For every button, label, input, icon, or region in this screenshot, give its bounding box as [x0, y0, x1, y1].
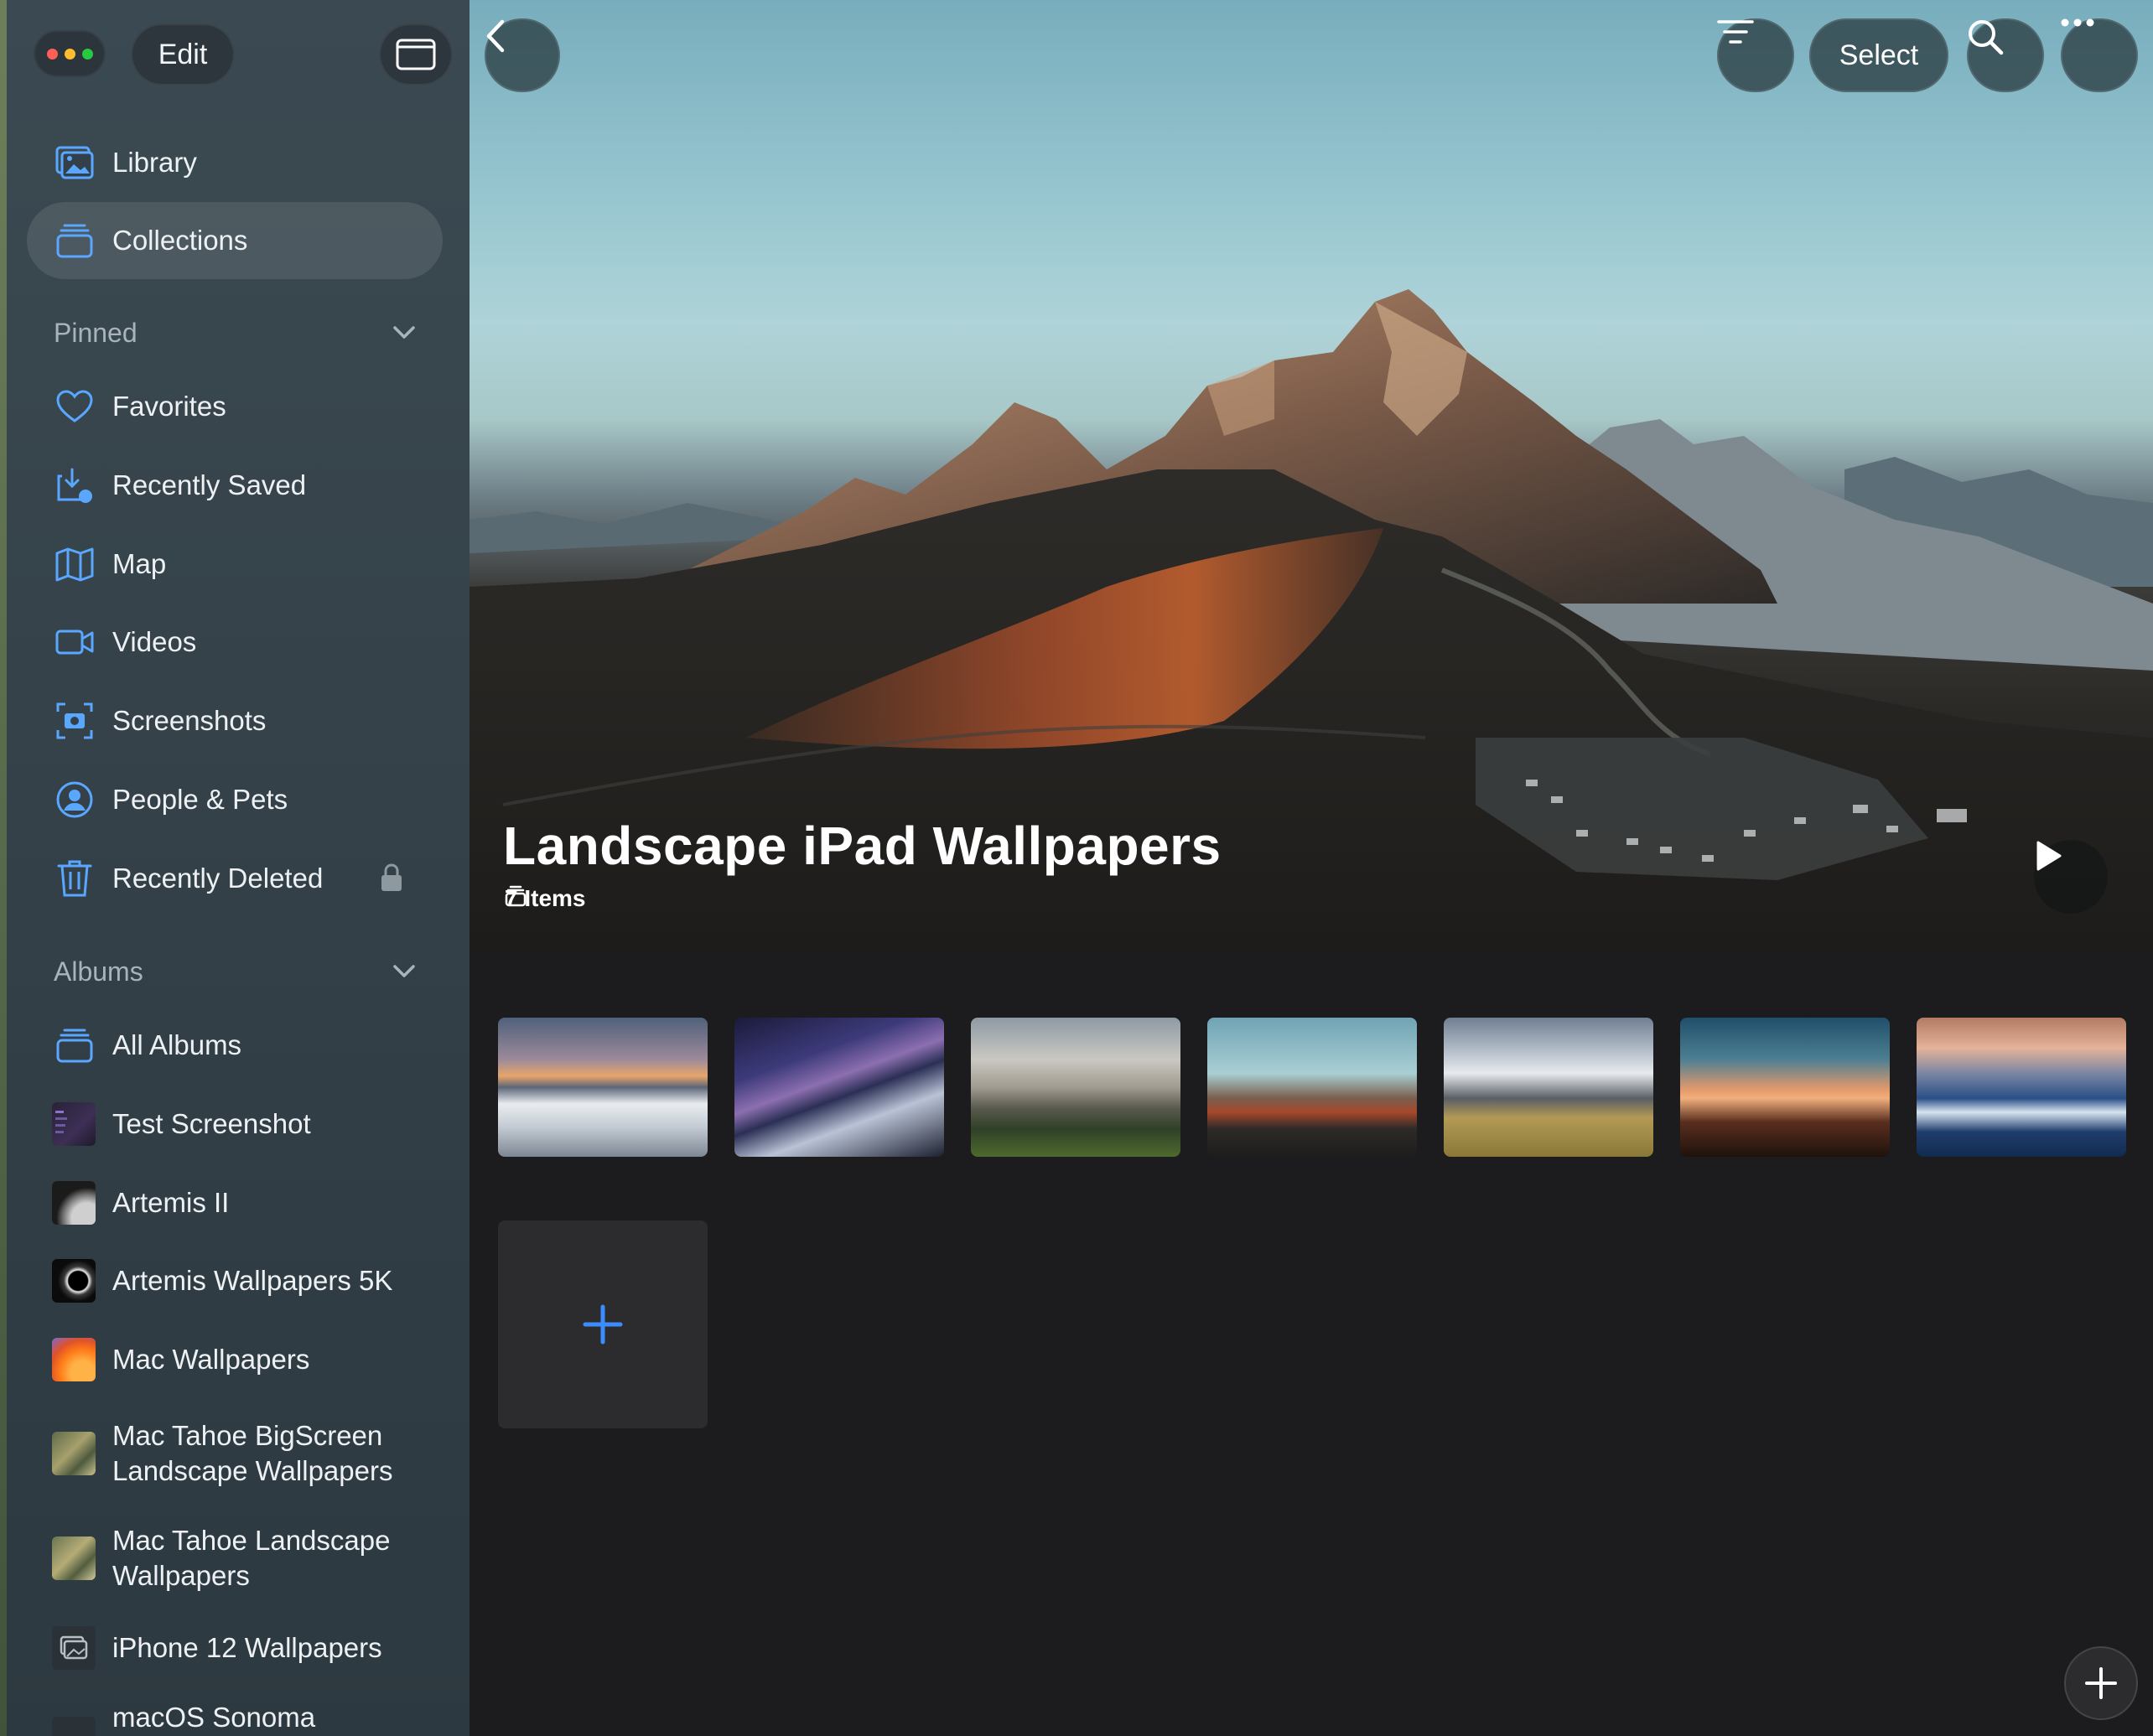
photo-library-icon — [55, 143, 94, 182]
photo-stack-icon — [52, 1717, 96, 1736]
map-icon — [55, 545, 94, 583]
sidebar-item-mac-wallpapers[interactable]: Mac Wallpapers — [27, 1321, 443, 1398]
photo-thumbnail[interactable] — [1207, 1018, 1417, 1157]
recently-saved-icon — [55, 466, 94, 505]
photo-stack-icon — [52, 1626, 96, 1670]
more-button[interactable] — [2061, 18, 2138, 92]
sidebar-item-favorites[interactable]: Favorites — [27, 368, 443, 445]
photo-thumbnail[interactable] — [734, 1018, 944, 1157]
window-controls[interactable] — [34, 30, 106, 77]
sidebar-item-label: Screenshots — [112, 705, 267, 736]
section-title: Albums — [54, 956, 143, 987]
chevron-down-icon — [393, 326, 415, 339]
sidebar-toggle-icon — [396, 39, 436, 70]
sidebar-item-all-albums[interactable]: All Albums — [27, 1007, 443, 1084]
sidebar-item-collections[interactable]: Collections — [27, 202, 443, 279]
play-slideshow-button[interactable] — [2034, 840, 2108, 914]
chevron-left-icon — [486, 19, 505, 53]
photo-thumbnail[interactable] — [1680, 1018, 1890, 1157]
photo-thumbnail[interactable] — [1917, 1018, 2126, 1157]
mac-wallpaper-thumb — [52, 1338, 96, 1381]
sidebar-item-label: People & Pets — [112, 784, 288, 815]
screenshot-icon — [55, 702, 94, 740]
photos-app-window: Edit Library Collections Pinned Favorite… — [0, 0, 2153, 1736]
ellipsis-icon — [2061, 18, 2094, 27]
artemis-thumb — [52, 1181, 96, 1225]
sidebar-item-mac-tahoe-landscape[interactable]: Mac Tahoe Landscape Wallpapers — [27, 1518, 443, 1599]
eclipse-thumb — [52, 1259, 96, 1303]
sidebar-item-screenshots[interactable]: Screenshots — [27, 682, 443, 759]
sidebar: Edit Library Collections Pinned Favorite… — [0, 0, 470, 1736]
add-photos-tile[interactable] — [498, 1220, 708, 1428]
sidebar-item-label: Videos — [112, 626, 197, 657]
sidebar-item-videos[interactable]: Videos — [27, 604, 443, 681]
tahoe-thumb — [52, 1432, 96, 1475]
sidebar-item-label: Mac Tahoe BigScreen Landscape Wallpapers — [112, 1420, 393, 1486]
zoom-dot[interactable] — [81, 48, 93, 60]
sidebar-item-label: All Albums — [112, 1029, 242, 1060]
sidebar-item-artemis-ii[interactable]: Artemis II — [27, 1164, 443, 1241]
sidebar-item-mac-tahoe-bigscreen[interactable]: Mac Tahoe BigScreen Landscape Wallpapers — [27, 1413, 443, 1494]
sidebar-item-library[interactable]: Library — [27, 124, 443, 201]
back-button[interactable] — [485, 18, 560, 92]
sidebar-item-recently-saved[interactable]: Recently Saved — [27, 447, 443, 524]
tahoe-thumb — [52, 1536, 96, 1580]
sidebar-item-label: macOS Sonoma — [112, 1702, 316, 1733]
sidebar-item-iphone-12-wallpapers[interactable]: iPhone 12 Wallpapers — [27, 1609, 443, 1687]
album-title: Landscape iPad Wallpapers — [503, 816, 1222, 876]
photo-thumbnail[interactable] — [1444, 1018, 1653, 1157]
sidebar-item-recently-deleted[interactable]: Recently Deleted — [27, 840, 443, 917]
minimize-dot[interactable] — [64, 48, 75, 60]
sidebar-item-label: Favorites — [112, 391, 226, 422]
albums-icon — [55, 1026, 94, 1065]
collections-icon — [55, 221, 94, 260]
sidebar-item-map[interactable]: Map — [27, 526, 443, 603]
section-title: Pinned — [54, 317, 137, 348]
sidebar-item-label: Recently Deleted — [112, 863, 324, 894]
sidebar-item-label: Map — [112, 548, 167, 579]
edit-button[interactable]: Edit — [131, 23, 235, 86]
new-item-button[interactable] — [2064, 1646, 2138, 1720]
filter-icon — [1717, 20, 1754, 44]
sidebar-item-label: iPhone 12 Wallpapers — [112, 1632, 382, 1663]
sidebar-item-label: Collections — [112, 225, 248, 256]
select-label: Select — [1839, 39, 1919, 71]
sidebar-item-label: Recently Saved — [112, 469, 307, 500]
album-detail: Select Landscape iPad Wallpapers 7 Items — [470, 0, 2153, 1736]
close-dot[interactable] — [46, 48, 58, 60]
pinned-section-header[interactable]: Pinned — [54, 312, 416, 354]
lock-icon — [381, 863, 402, 896]
video-icon — [55, 623, 94, 661]
sidebar-item-macos-sonoma[interactable]: macOS Sonoma — [27, 1683, 443, 1736]
sidebar-item-label: Mac Wallpapers — [112, 1344, 310, 1375]
album-key-photo[interactable]: Select Landscape iPad Wallpapers 7 Items — [470, 0, 2153, 952]
sidebar-item-artemis-wallpapers-5k[interactable]: Artemis Wallpapers 5K — [27, 1242, 443, 1319]
sidebar-item-test-screenshot[interactable]: Test Screenshot — [27, 1086, 443, 1163]
select-button[interactable]: Select — [1809, 18, 1948, 92]
sidebar-item-label: Artemis II — [112, 1187, 230, 1218]
search-button[interactable] — [1967, 18, 2044, 92]
sidebar-item-label: Test Screenshot — [112, 1108, 311, 1139]
trash-icon — [55, 859, 94, 898]
filter-button[interactable] — [1717, 18, 1794, 92]
test-screenshot-thumb — [52, 1102, 96, 1146]
album-item-count: 7 Items — [505, 885, 586, 912]
sidebar-item-label: Library — [112, 147, 197, 178]
person-icon — [55, 780, 94, 819]
sidebar-item-label: Artemis Wallpapers 5K — [112, 1265, 393, 1296]
chevron-down-icon — [393, 965, 415, 977]
sidebar-item-people-pets[interactable]: People & Pets — [27, 761, 443, 838]
photo-thumbnail[interactable] — [498, 1018, 708, 1157]
plus-icon — [2085, 1667, 2117, 1699]
photo-thumbnail[interactable] — [971, 1018, 1180, 1157]
sidebar-item-label: Mac Tahoe Landscape Wallpapers — [112, 1525, 391, 1591]
search-icon — [1969, 20, 2004, 55]
collections-icon — [505, 885, 527, 907]
plus-icon — [583, 1304, 623, 1345]
play-icon — [2036, 841, 2062, 871]
sidebar-toggle-button[interactable] — [379, 23, 453, 86]
mountain-landscape-image — [470, 289, 2153, 952]
albums-section-header[interactable]: Albums — [54, 951, 416, 992]
heart-icon — [55, 387, 94, 426]
